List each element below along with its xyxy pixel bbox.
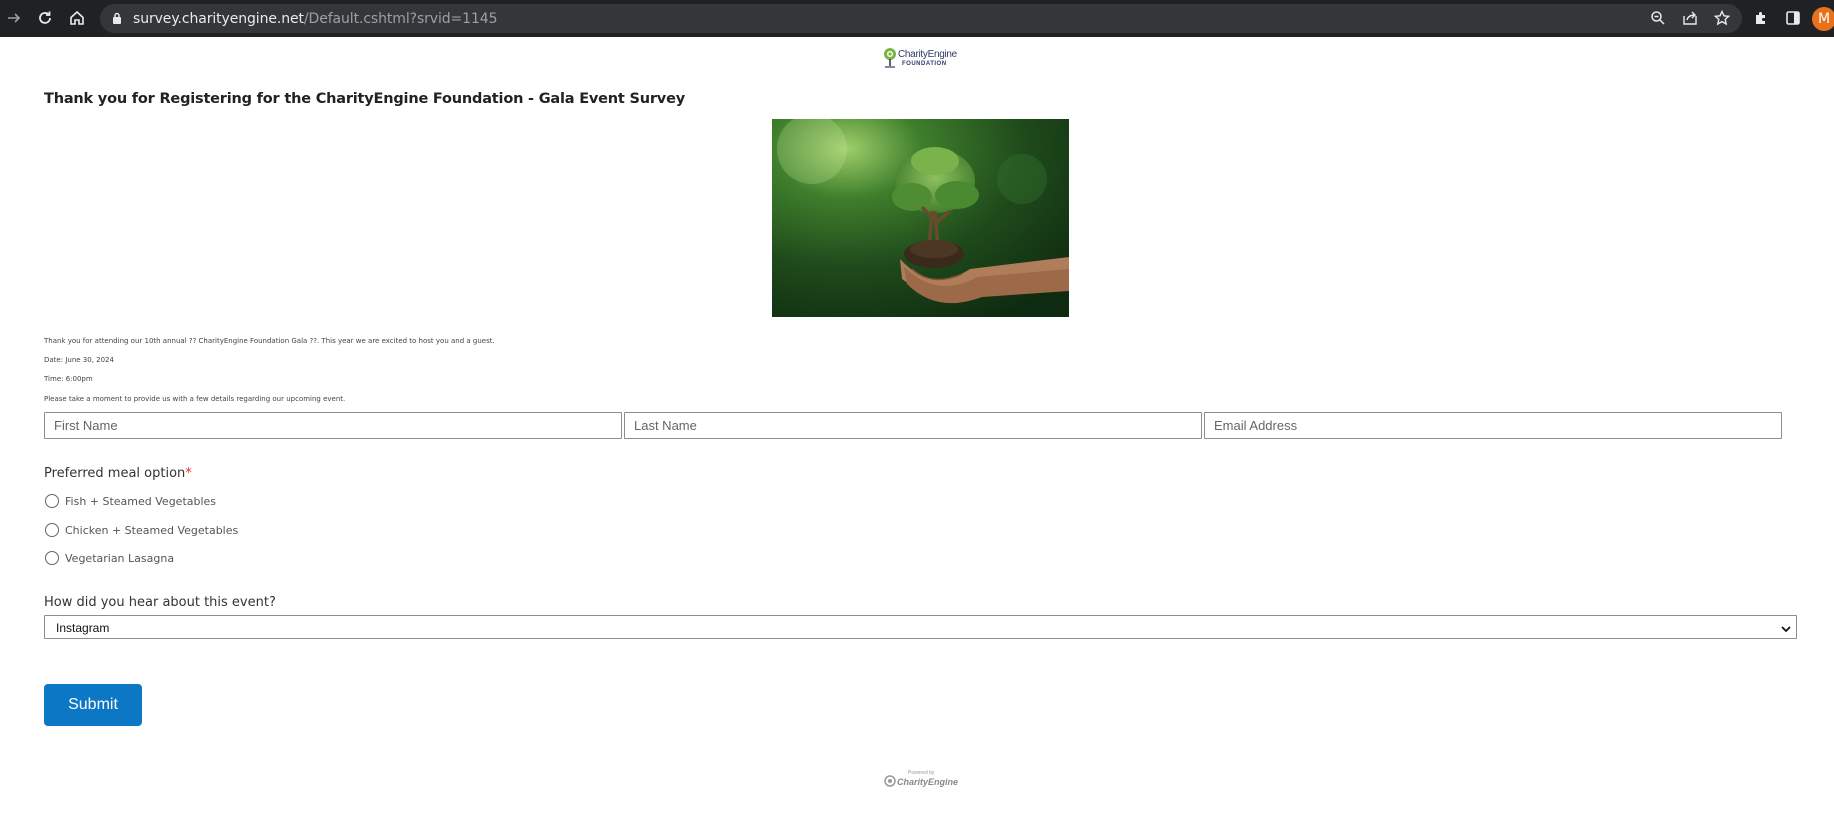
hero-image-tree-in-hands	[772, 119, 1069, 317]
radio-chicken[interactable]	[45, 523, 59, 537]
radio-vegetarian[interactable]	[45, 551, 59, 565]
profile-avatar[interactable]: M	[1812, 7, 1834, 31]
meal-option-label-text: Preferred meal option	[44, 466, 186, 481]
lock-icon[interactable]	[112, 12, 122, 30]
intro-text: Thank you for attending our 10th annual …	[44, 337, 495, 345]
radio-fish[interactable]	[45, 494, 59, 508]
logo-name: CharityEngine	[898, 49, 957, 60]
powered-by-text: Powered by	[908, 770, 935, 776]
powered-by-charityengine: Powered by CharityEngine	[882, 769, 962, 791]
radio-label: Vegetarian Lasagna	[65, 551, 175, 565]
submit-button[interactable]: Submit	[44, 684, 142, 726]
event-time: Time: 6:00pm	[44, 375, 93, 383]
url-text: survey.charityengine.net/Default.cshtml?…	[133, 11, 498, 27]
page-title: Thank you for Registering for the Charit…	[44, 91, 685, 107]
home-icon[interactable]	[67, 8, 87, 28]
referral-source-select[interactable]: Instagram	[44, 615, 1797, 639]
charityengine-foundation-logo: CharityEngine FOUNDATION	[880, 47, 960, 71]
instructions-text: Please take a moment to provide us with …	[44, 395, 346, 403]
browser-toolbar: survey.charityengine.net/Default.cshtml?…	[0, 0, 1834, 37]
reload-icon[interactable]	[35, 8, 55, 28]
meal-option-fish[interactable]: Fish + Steamed Vegetables	[45, 494, 216, 508]
meal-option-vegetarian[interactable]: Vegetarian Lasagna	[45, 551, 174, 565]
email-input[interactable]	[1204, 412, 1782, 439]
zoom-icon[interactable]	[1648, 8, 1668, 28]
bookmark-star-icon[interactable]	[1712, 8, 1732, 28]
required-mark: *	[185, 466, 192, 481]
referral-source-label: How did you hear about this event?	[44, 595, 276, 610]
tree-logo-icon	[884, 48, 896, 68]
share-icon[interactable]	[1680, 8, 1700, 28]
radio-label: Chicken + Steamed Vegetables	[65, 523, 239, 537]
select-value: Instagram	[56, 621, 110, 635]
meal-option-label: Preferred meal option*	[44, 466, 192, 481]
charityengine-gear-icon	[884, 775, 896, 787]
url-host: survey.charityengine.net	[133, 11, 304, 27]
logo-subtitle: FOUNDATION	[902, 61, 947, 67]
meal-option-chicken[interactable]: Chicken + Steamed Vegetables	[45, 523, 238, 537]
event-date: Date: June 30, 2024	[44, 356, 114, 364]
address-bar[interactable]: survey.charityengine.net/Default.cshtml?…	[100, 4, 1742, 33]
url-path: /Default.cshtml?srvid=1145	[303, 11, 498, 27]
extensions-icon[interactable]	[1751, 8, 1771, 28]
powered-by-brand: CharityEngine	[897, 777, 959, 787]
last-name-input[interactable]	[624, 412, 1202, 439]
chevron-down-icon[interactable]	[1780, 622, 1792, 640]
first-name-input[interactable]	[44, 412, 622, 439]
side-panel-icon[interactable]	[1783, 8, 1803, 28]
radio-label: Fish + Steamed Vegetables	[65, 494, 217, 508]
forward-icon[interactable]	[4, 8, 24, 28]
